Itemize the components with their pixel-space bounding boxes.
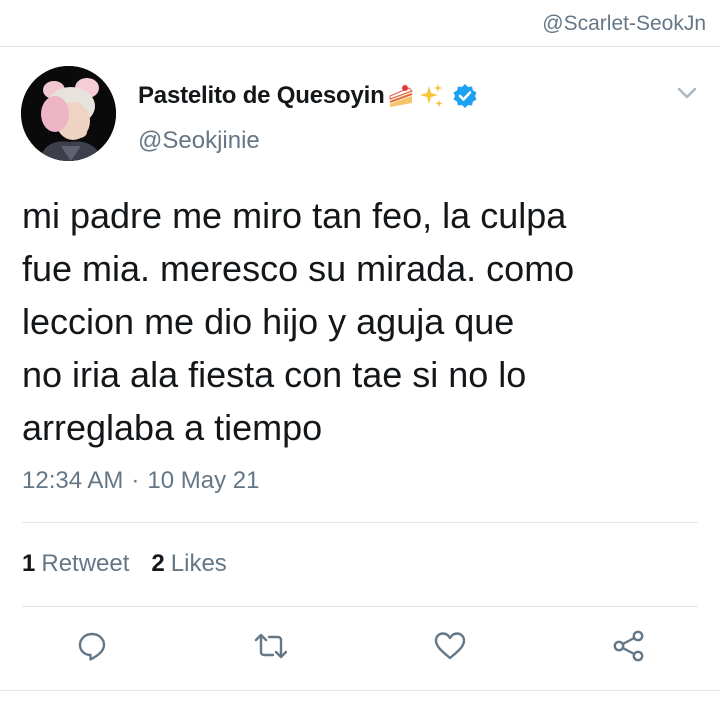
tweet-text-line: mi padre me miro tan feo, la culpa bbox=[22, 195, 567, 236]
chevron-down-icon[interactable] bbox=[676, 82, 698, 104]
sparkles-icon bbox=[419, 84, 443, 107]
watermark-handle: @Scarlet-SeokJn bbox=[542, 12, 706, 35]
verified-badge-icon bbox=[453, 84, 477, 108]
tweet-action-bar bbox=[0, 626, 720, 672]
tweet-text-line: leccion me dio hijo y aguja que bbox=[22, 301, 515, 342]
likes-count: 2 bbox=[151, 550, 165, 577]
tweet-time: 12:34 AM bbox=[22, 467, 124, 494]
likes-label: Likes bbox=[170, 550, 227, 577]
share-button[interactable] bbox=[609, 626, 649, 666]
avatar-photo bbox=[21, 66, 116, 161]
timestamp-separator: · bbox=[131, 467, 140, 494]
avatar[interactable] bbox=[21, 66, 116, 161]
like-button[interactable] bbox=[430, 626, 470, 666]
top-divider bbox=[0, 46, 720, 47]
reply-icon bbox=[78, 632, 106, 661]
divider bbox=[22, 522, 698, 523]
divider bbox=[22, 606, 698, 607]
tweet-timestamp[interactable]: 12:34 AM · 10 May 21 bbox=[22, 467, 259, 495]
retweets-stat[interactable]: 1 Retweet bbox=[22, 550, 129, 578]
tweet-stats: 1 Retweet 2 Likes bbox=[22, 550, 227, 578]
like-icon bbox=[434, 632, 466, 660]
cake-slice-icon bbox=[389, 85, 413, 107]
bottom-divider bbox=[0, 690, 720, 691]
tweet-text-line: arreglaba a tiempo bbox=[22, 407, 323, 448]
author-handle[interactable]: @Seokjinie bbox=[138, 127, 260, 155]
retweets-label: Retweet bbox=[41, 550, 130, 577]
tweet-text-line: no iria ala fiesta con tae si no lo bbox=[22, 354, 527, 395]
likes-stat[interactable]: 2 Likes bbox=[151, 550, 226, 578]
retweet-icon bbox=[254, 633, 288, 659]
tweet-text-line: fue mia. meresco su mirada. como bbox=[22, 248, 575, 289]
reply-button[interactable] bbox=[72, 626, 112, 666]
share-icon bbox=[613, 630, 644, 662]
author-display-name[interactable]: Pastelito de Quesoyin bbox=[138, 82, 385, 110]
retweets-count: 1 bbox=[22, 550, 36, 577]
tweet-text: mi padre me miro tan feo, la culpa fue m… bbox=[22, 189, 702, 454]
author-name-row[interactable]: Pastelito de Quesoyin bbox=[138, 79, 479, 113]
retweet-button[interactable] bbox=[251, 626, 291, 666]
tweet-date: 10 May 21 bbox=[147, 467, 260, 494]
